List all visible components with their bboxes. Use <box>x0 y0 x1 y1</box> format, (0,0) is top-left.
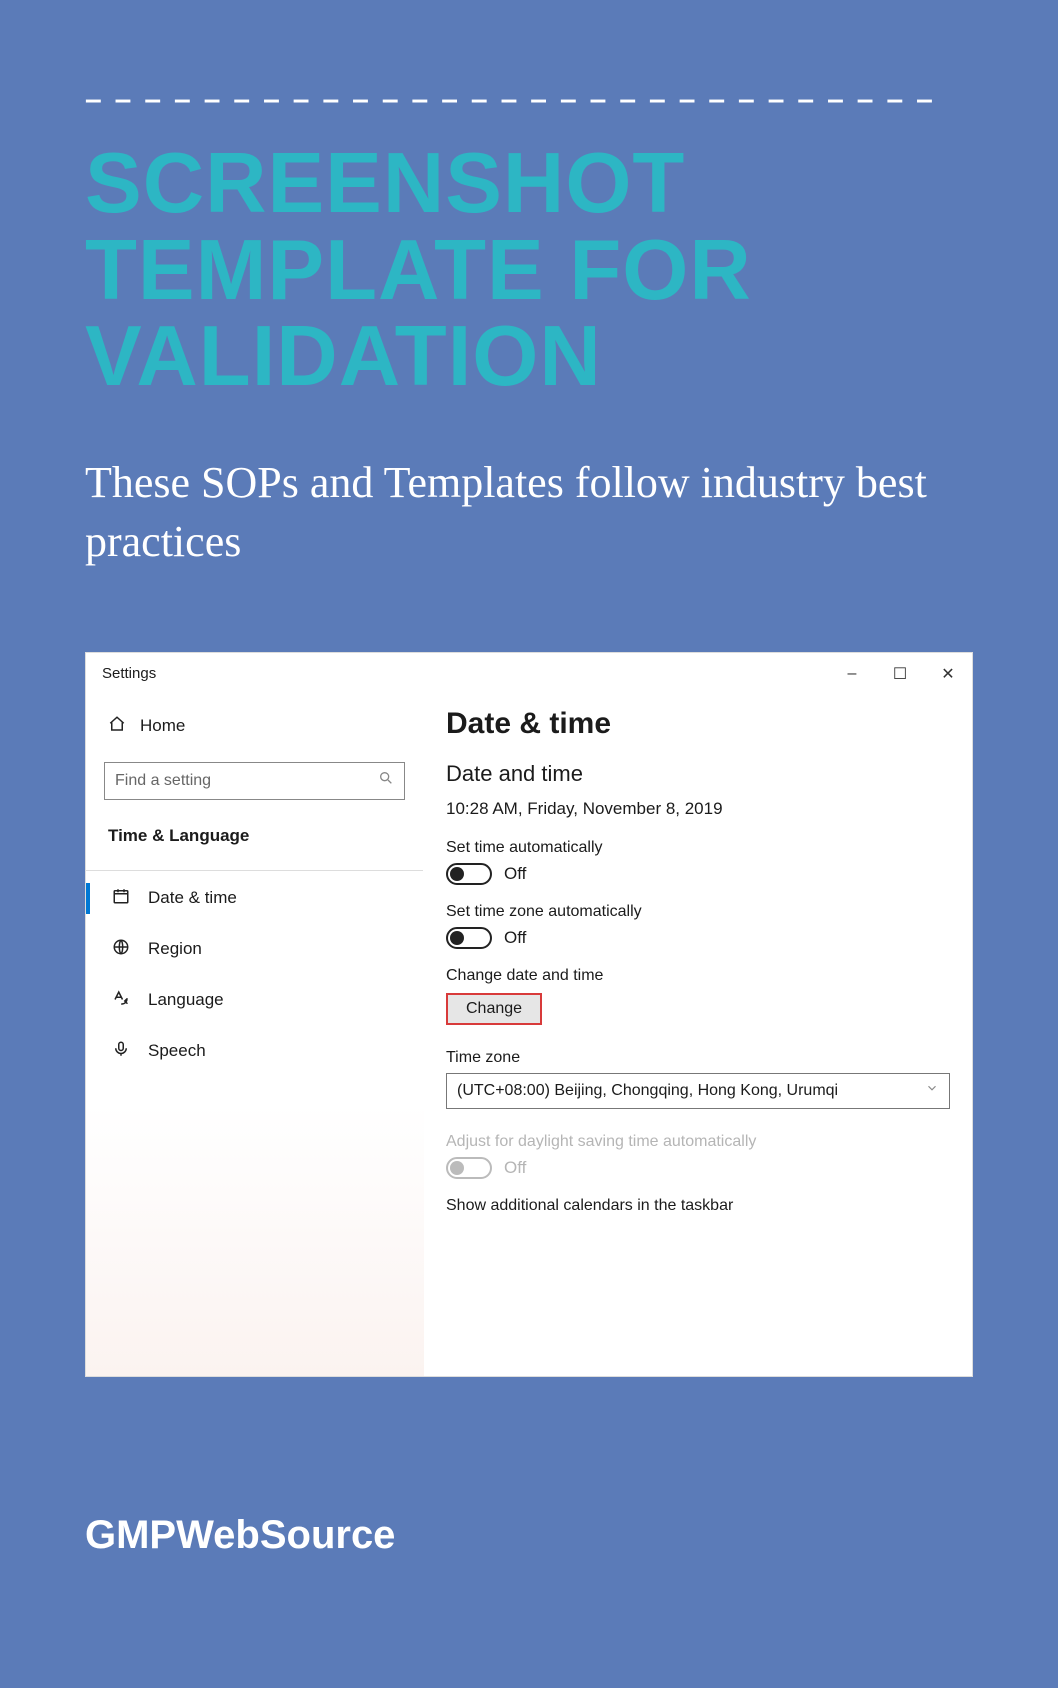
page-title: SCREENSHOT TEMPLATE FOR VALIDATION <box>85 141 973 401</box>
set-tz-auto-label: Set time zone automatically <box>446 903 950 921</box>
home-label: Home <box>140 716 185 736</box>
title-line-3: VALIDATION <box>85 314 973 401</box>
sidebar: Home Find a setting Time & Language Date… <box>86 695 424 1376</box>
dst-value: Off <box>504 1158 526 1178</box>
settings-main: Date & time Date and time 10:28 AM, Frid… <box>424 695 972 1376</box>
timezone-select[interactable]: (UTC+08:00) Beijing, Chongqing, Hong Kon… <box>446 1073 950 1109</box>
microphone-icon <box>112 1040 130 1063</box>
sidebar-item-label: Speech <box>148 1041 206 1061</box>
search-input[interactable]: Find a setting <box>104 762 405 800</box>
change-datetime-label: Change date and time <box>446 967 950 985</box>
set-time-auto-value: Off <box>504 864 526 884</box>
calendar-icon <box>112 887 130 910</box>
page-subtitle: These SOPs and Templates follow industry… <box>85 453 973 572</box>
search-icon <box>378 770 394 791</box>
page-heading: Date & time <box>446 707 950 741</box>
set-tz-auto-toggle[interactable] <box>446 927 492 949</box>
sidebar-item-label: Language <box>148 990 224 1010</box>
window-title: Settings <box>102 665 156 682</box>
home-link[interactable]: Home <box>86 705 423 748</box>
globe-icon <box>112 938 130 961</box>
sidebar-category: Time & Language <box>86 814 423 864</box>
sidebar-item-region[interactable]: Region <box>86 924 423 975</box>
sidebar-item-label: Region <box>148 939 202 959</box>
brand-footer: GMPWebSource <box>85 1513 395 1558</box>
title-line-1: SCREENSHOT <box>85 141 973 228</box>
sidebar-item-date-time[interactable]: Date & time <box>86 873 423 924</box>
settings-window: Settings – ☐ ✕ Home Find a setting <box>85 652 973 1377</box>
sidebar-separator <box>86 870 423 871</box>
section-heading: Date and time <box>446 761 950 787</box>
dst-label: Adjust for daylight saving time automati… <box>446 1133 950 1151</box>
additional-calendars-label: Show additional calendars in the taskbar <box>446 1197 950 1215</box>
dst-toggle <box>446 1157 492 1179</box>
sidebar-item-language[interactable]: Language <box>86 975 423 1026</box>
divider-dashes: ––––––––––––––––––––––––––––– <box>85 85 973 115</box>
title-line-2: TEMPLATE FOR <box>85 228 973 315</box>
set-tz-auto-value: Off <box>504 928 526 948</box>
window-titlebar: Settings – ☐ ✕ <box>86 653 972 695</box>
set-time-auto-toggle[interactable] <box>446 863 492 885</box>
close-button[interactable]: ✕ <box>924 653 972 695</box>
home-icon <box>108 715 126 738</box>
current-datetime: 10:28 AM, Friday, November 8, 2019 <box>446 799 950 819</box>
minimize-button[interactable]: – <box>828 653 876 695</box>
sidebar-item-speech[interactable]: Speech <box>86 1026 423 1077</box>
timezone-label: Time zone <box>446 1049 950 1067</box>
timezone-value: (UTC+08:00) Beijing, Chongqing, Hong Kon… <box>457 1082 838 1100</box>
language-icon <box>112 989 130 1012</box>
maximize-button[interactable]: ☐ <box>876 653 924 695</box>
sidebar-item-label: Date & time <box>148 888 237 908</box>
change-button[interactable]: Change <box>446 993 542 1025</box>
search-placeholder: Find a setting <box>115 772 211 790</box>
set-time-auto-label: Set time automatically <box>446 839 950 857</box>
chevron-down-icon <box>925 1081 939 1100</box>
